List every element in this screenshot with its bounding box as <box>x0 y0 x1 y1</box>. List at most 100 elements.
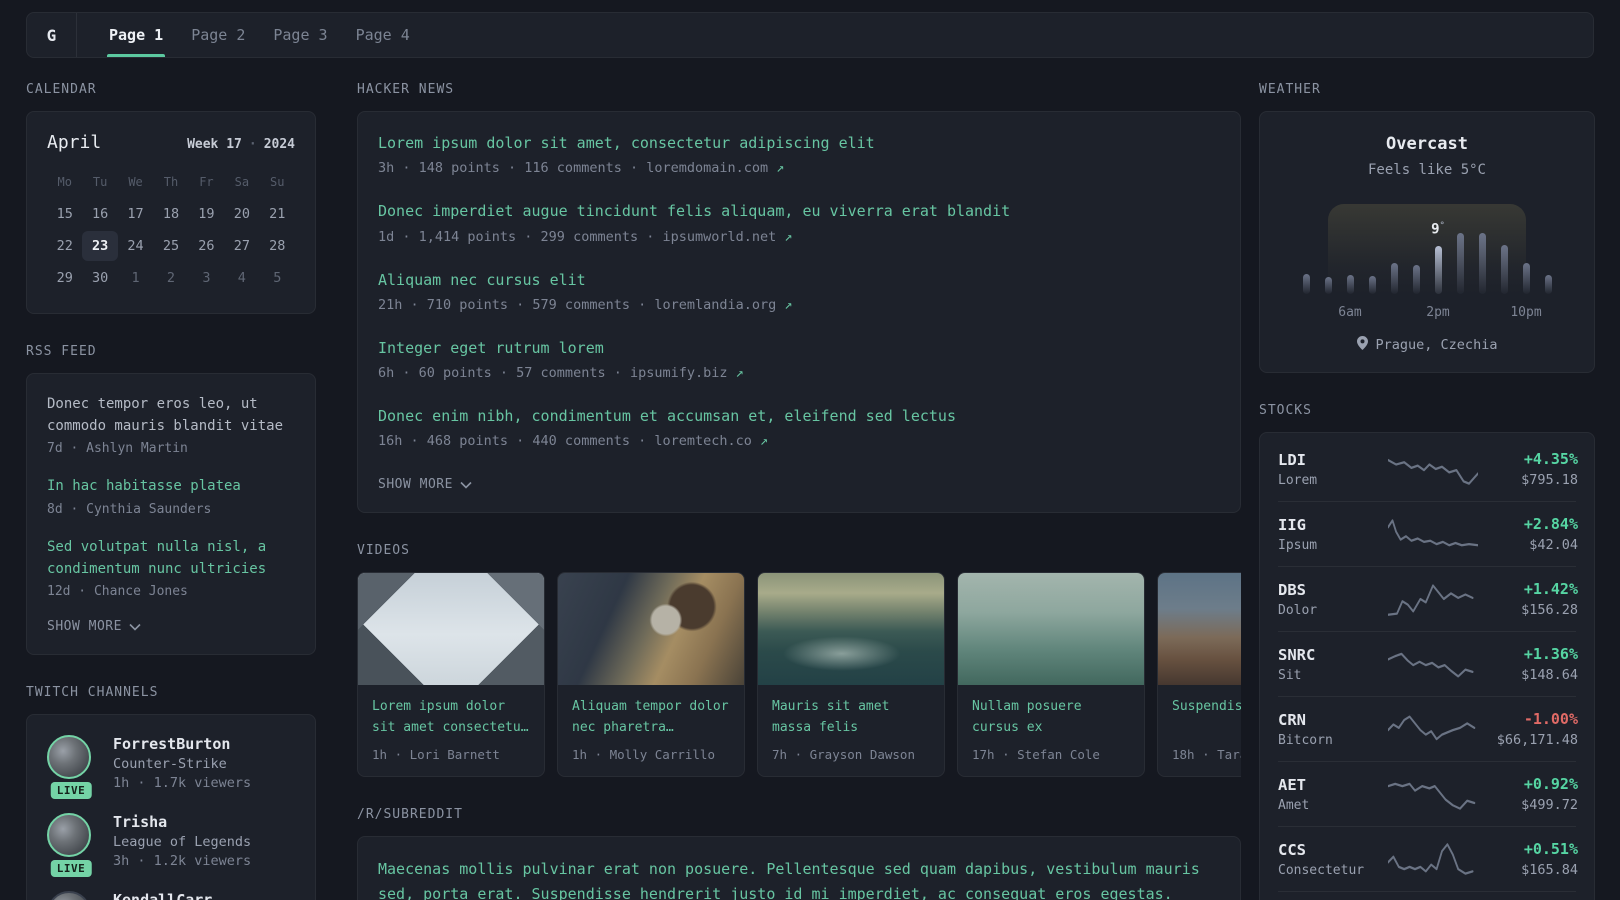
videos-section: VIDEOS Lorem ipsum dolor sit amet consec… <box>357 543 1241 778</box>
calendar-dow-label: Mo <box>57 175 72 189</box>
hacker-news-item-link[interactable]: Lorem ipsum dolor sit amet, consectetur … <box>378 132 1220 155</box>
calendar-day: 30 <box>92 270 109 286</box>
external-link-icon[interactable]: ↗ <box>736 365 744 381</box>
hacker-news-item-meta: 6h · 60 points · 57 comments · ipsumify.… <box>378 365 744 381</box>
live-badge: LIVE <box>50 782 92 800</box>
stock-row: IIG Ipsum +2.84% $42.04 <box>1278 501 1578 566</box>
stock-info: CCS Consectetur <box>1278 841 1388 878</box>
hacker-news-item-link[interactable]: Donec enim nibh, condimentum et accumsan… <box>378 405 1220 428</box>
hacker-news-list: Lorem ipsum dolor sit amet, consectetur … <box>378 132 1220 449</box>
external-link-icon[interactable]: ↗ <box>784 229 792 245</box>
avatar <box>47 735 91 780</box>
weather-hour-bar <box>1302 274 1310 294</box>
calendar-dow-label: Su <box>270 175 285 189</box>
stock-info: LDI Lorem <box>1278 451 1388 488</box>
stock-sparkline <box>1388 451 1478 487</box>
video-title-link[interactable]: Suspendisse diam <box>1172 697 1241 739</box>
video-card[interactable]: Aliquam tempor dolor nec pharetra… 1h · M… <box>557 572 745 778</box>
hacker-news-item: Aliquam nec cursus elit 21h · 710 points … <box>378 269 1220 313</box>
app-logo: G <box>27 13 77 57</box>
twitch-channel-info: Trisha League of Legends 3h · 1.2k viewers <box>113 813 251 869</box>
rss-item-link[interactable]: In hac habitasse platea <box>47 476 295 498</box>
stock-row: SNRC Sit +1.36% $148.64 <box>1278 631 1578 696</box>
hacker-news-item: Lorem ipsum dolor sit amet, consectetur … <box>378 132 1220 176</box>
rss-item-link[interactable]: Sed volutpat nulla nisl, a condimentum n… <box>47 537 295 580</box>
calendar-day: 22 <box>56 238 73 254</box>
video-card[interactable]: Lorem ipsum dolor sit amet consectetu… 1h… <box>357 572 545 778</box>
video-title-link[interactable]: Mauris sit amet massa felis <box>772 697 930 739</box>
video-title-link[interactable]: Nullam posuere cursus ex <box>972 697 1130 739</box>
weather-hour-bar <box>1456 233 1464 294</box>
video-card-body: Mauris sit amet massa felis 7h · Grayson … <box>758 685 944 776</box>
calendar-day: 27 <box>233 238 250 254</box>
hacker-news-item-meta: 1d · 1,414 points · 299 comments · ipsum… <box>378 228 793 245</box>
stock-ticker: AET <box>1278 775 1306 794</box>
page-tabs: Page 1 Page 2 Page 3 Page 4 <box>77 13 424 57</box>
video-thumbnail-canoe <box>958 573 1144 686</box>
video-card[interactable]: Suspendisse diam 18h · Tara <box>1157 572 1241 778</box>
weather-time-label: 10pm <box>1510 305 1542 320</box>
weather-hour-bar <box>1390 263 1398 294</box>
rss-item-meta: 12d · Chance Jones <box>47 584 188 600</box>
twitch-channel-info: KendallCarr <box>113 891 212 900</box>
stock-change: +1.42% <box>1523 580 1578 598</box>
chevron-down-icon <box>129 623 141 631</box>
twitch-channel-name: Trisha <box>113 813 168 832</box>
hacker-news-item-link[interactable]: Donec imperdiet augue tincidunt felis al… <box>378 200 1220 223</box>
twitch-channel-meta: 1h · 1.7k viewers <box>113 775 252 792</box>
tab-label: Page 3 <box>273 26 328 44</box>
tab-page-3[interactable]: Page 3 <box>259 13 341 57</box>
calendar-day: 20 <box>233 206 250 222</box>
stock-ticker: DBS <box>1278 580 1306 599</box>
subreddit-post-link[interactable]: Maecenas mollis pulvinar erat non posuer… <box>378 857 1220 900</box>
weather-card: Overcast Feels like 5°C 9° 6am 2pm 10pm Pra… <box>1259 111 1595 373</box>
hacker-news-item-link[interactable]: Integer eget rutrum lorem <box>378 337 1220 360</box>
rss-item-meta: 7d · Ashlyn Martin <box>47 441 188 457</box>
calendar-card: April Week 17 · 2024 Mo Tu We Th Fr Sa Su 15 16 1… <box>26 111 316 314</box>
hacker-news-show-more-button[interactable]: SHOW MORE <box>378 477 472 492</box>
tab-page-2[interactable]: Page 2 <box>177 13 259 57</box>
rss-show-more-button[interactable]: SHOW MORE <box>47 619 141 634</box>
weather-hour-bar <box>1368 276 1376 294</box>
stock-sparkline <box>1388 581 1478 617</box>
video-card[interactable]: Mauris sit amet massa felis 7h · Grayson … <box>757 572 945 778</box>
calendar-dow-label: Th <box>163 175 179 189</box>
avatar <box>47 891 91 900</box>
calendar-day: 2 <box>166 270 176 286</box>
calendar-day: 28 <box>269 238 286 254</box>
stock-ticker: CRN <box>1278 710 1306 729</box>
calendar-week-year: Week 17 · 2024 <box>187 137 295 152</box>
calendar-day: 5 <box>273 270 282 286</box>
weather-hour-bar <box>1346 275 1354 294</box>
external-link-icon[interactable]: ↗ <box>784 297 792 313</box>
stock-info: CRN Bitcorn <box>1278 711 1388 748</box>
stock-info: DBS Dolor <box>1278 581 1388 618</box>
video-meta: 1h · Lori Barnett <box>372 747 500 763</box>
tab-label: Page 1 <box>109 26 164 44</box>
rss-item-link[interactable]: Donec tempor eros leo, ut commodo mauris… <box>47 394 295 437</box>
stock-price: $66,171.48 <box>1496 732 1578 748</box>
calendar-section-title: CALENDAR <box>26 82 97 97</box>
weather-hour-bar <box>1478 233 1486 294</box>
stock-sparkline <box>1388 776 1478 812</box>
rss-item: In hac habitasse platea 8d · Cynthia Saun… <box>47 476 295 517</box>
video-title-link[interactable]: Aliquam tempor dolor nec pharetra… <box>572 697 730 739</box>
tab-page-4[interactable]: Page 4 <box>342 13 424 57</box>
hacker-news-show-more-label: SHOW MORE <box>378 477 453 493</box>
hacker-news-item-link[interactable]: Aliquam nec cursus elit <box>378 269 1220 292</box>
video-thumbnail-sea <box>758 573 944 686</box>
stock-row: LDI Lorem +4.35% $795.18 <box>1278 437 1578 501</box>
external-link-icon[interactable]: ↗ <box>760 433 768 449</box>
calendar-day: 3 <box>202 270 211 286</box>
stock-sparkline <box>1388 711 1478 747</box>
hacker-news-item-meta: 16h · 468 points · 440 comments · loremt… <box>378 433 769 450</box>
external-link-icon[interactable]: ↗ <box>776 160 784 176</box>
tab-page-1[interactable]: Page 1 <box>95 13 177 57</box>
twitch-channel-row[interactable]: LIVE ForrestBurton Counter-Strike 1h · 1.7k… <box>47 735 295 800</box>
video-title-link[interactable]: Lorem ipsum dolor sit amet consectetu… <box>372 697 530 739</box>
twitch-channel-row[interactable]: KendallCarr <box>47 891 295 900</box>
video-card[interactable]: Nullam posuere cursus ex 17h · Stefan Col… <box>957 572 1145 778</box>
weather-hour-bar <box>1500 245 1508 294</box>
weather-daytime-band <box>1328 204 1526 294</box>
twitch-channel-row[interactable]: LIVE Trisha League of Legends 3h · 1.2k vie… <box>47 813 295 878</box>
